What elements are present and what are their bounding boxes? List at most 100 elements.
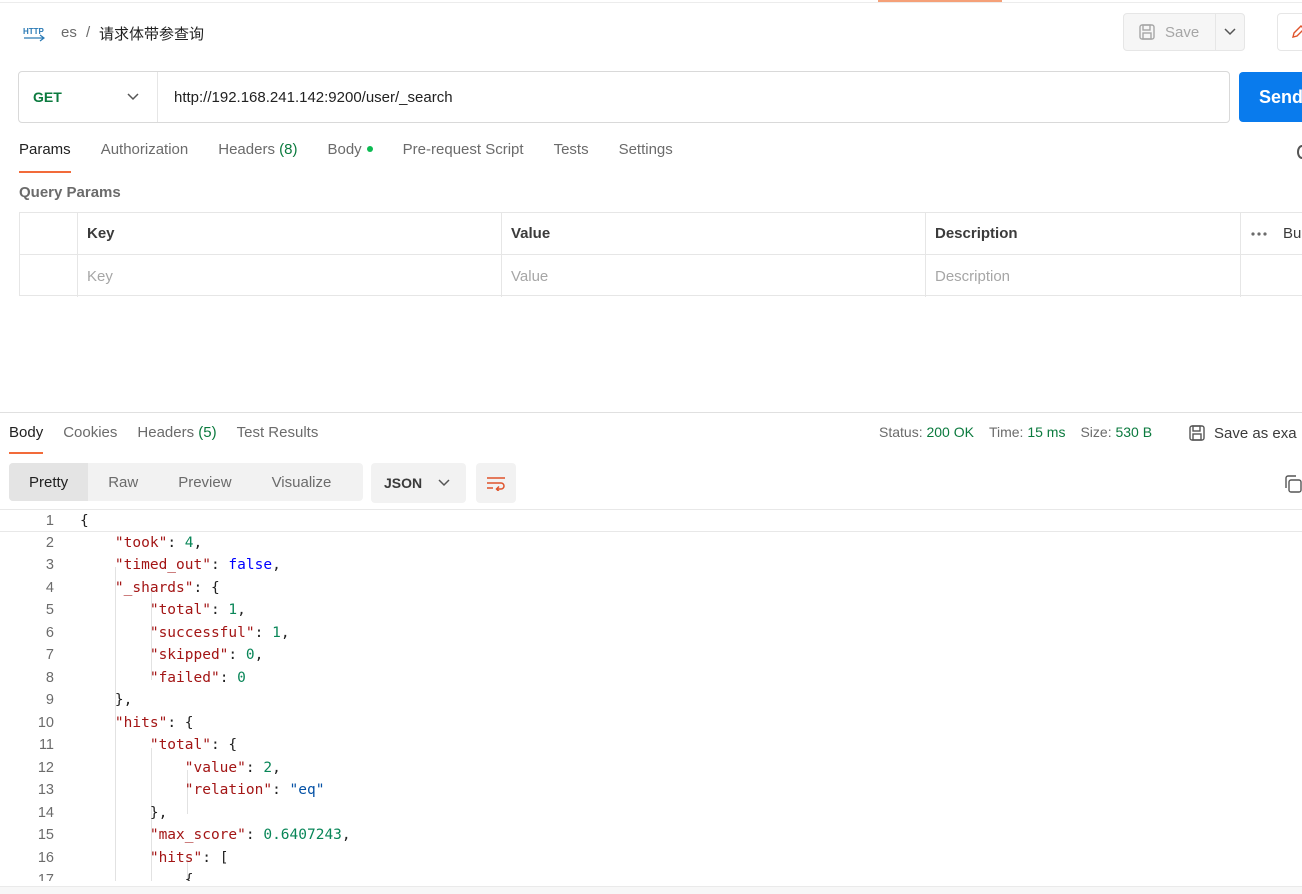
line-number: 10	[37, 714, 54, 731]
headers-count: (8)	[279, 141, 298, 158]
param-key-input[interactable]: Key	[77, 255, 113, 297]
save-icon	[1139, 24, 1155, 40]
code-text: "timed_out": false,	[114, 557, 281, 573]
line-number: 17	[37, 872, 54, 881]
code-line: 17 {	[0, 869, 1302, 881]
code-line: 14 },	[0, 802, 1302, 825]
code-text: },	[80, 804, 168, 821]
code-text: "total": 1,	[149, 602, 246, 618]
code-text: "failed": 0	[149, 669, 246, 686]
bulk-edit-link[interactable]: Bu	[1283, 225, 1301, 242]
chevron-down-icon	[127, 93, 139, 101]
code-line: 6 "successful": 1,	[0, 622, 1302, 645]
response-body-editor[interactable]: 1{2 "took": 4, 3 "timed_out": false, 4 "_s…	[0, 509, 1302, 881]
line-number: 5	[45, 602, 54, 618]
line-number: 13	[37, 782, 54, 798]
save-as-example-button[interactable]: Save as exa	[1188, 424, 1297, 442]
tab-headers[interactable]: Headers (8)	[218, 141, 297, 173]
code-text: "total": {	[149, 737, 238, 753]
code-line: 16 "hits": [	[0, 847, 1302, 870]
tab-authorization[interactable]: Authorization	[101, 141, 189, 173]
tab-body[interactable]: Body	[327, 141, 373, 173]
breadcrumb-separator: /	[86, 24, 91, 41]
line-number: 1	[45, 513, 54, 529]
response-tab-headers-label: Headers	[137, 424, 195, 441]
save-icon	[1189, 425, 1205, 441]
tab-settings[interactable]: Settings	[619, 141, 673, 173]
response-tab-body[interactable]: Body	[9, 424, 44, 454]
method-select[interactable]: GET	[19, 72, 158, 122]
code-text: "value": 2,	[184, 759, 281, 776]
status-label: Status:	[879, 424, 923, 440]
format-select[interactable]: JSON	[371, 463, 466, 503]
line-number: 2	[45, 534, 54, 551]
param-value-input[interactable]: Value	[501, 255, 548, 297]
code-line: 4 "_shards": {	[0, 577, 1302, 600]
response-tab-cookies[interactable]: Cookies	[63, 424, 117, 454]
request-tabs: Params Authorization Headers (8) Body Pr…	[19, 141, 703, 173]
view-preview[interactable]: Preview	[158, 463, 251, 501]
table-options-button[interactable]: Bu	[1240, 213, 1301, 254]
code-line: 2 "took": 4,	[0, 532, 1302, 555]
more-horizontal-icon	[1251, 231, 1267, 236]
code-text: "took": 4,	[114, 534, 203, 551]
code-line: 10 "hits": {	[0, 712, 1302, 735]
size-label: Size:	[1080, 424, 1112, 440]
param-description-input[interactable]: Description	[925, 255, 1010, 297]
cookies-icon[interactable]	[1297, 145, 1302, 159]
code-text: "skipped": 0,	[149, 647, 264, 663]
code-line: 8 "failed": 0	[0, 667, 1302, 690]
edit-button[interactable]	[1277, 13, 1302, 51]
url-bar: GET http://192.168.241.142:9200/user/_se…	[18, 71, 1230, 123]
response-tab-headers[interactable]: Headers (5)	[137, 424, 216, 454]
response-meta: Status: 200 OK Time: 15 ms Size: 530 B	[879, 424, 1152, 440]
save-options-button[interactable]	[1216, 14, 1244, 50]
status-value: 200 OK	[926, 424, 974, 440]
tab-params[interactable]: Params	[19, 141, 71, 173]
code-line: 13 "relation": "eq"	[0, 779, 1302, 802]
tab-prerequest-script[interactable]: Pre-request Script	[403, 141, 524, 173]
wrap-lines-button[interactable]	[476, 463, 516, 503]
time-info[interactable]: Time: 15 ms	[989, 424, 1066, 440]
line-number: 9	[45, 692, 54, 708]
breadcrumb-collection[interactable]: es	[61, 24, 77, 41]
response-view-switcher: Pretty Raw Preview Visualize	[9, 463, 363, 501]
wrap-lines-icon	[487, 477, 505, 491]
code-text: {	[80, 872, 194, 881]
response-tab-test-results-label: Test Results	[236, 424, 319, 441]
view-pretty[interactable]: Pretty	[9, 463, 89, 501]
line-number: 11	[38, 737, 54, 753]
time-label: Time:	[988, 424, 1024, 440]
save-button-group: Save	[1123, 13, 1245, 51]
size-info[interactable]: Size: 530 B	[1080, 424, 1152, 440]
response-tab-cookies-label: Cookies	[63, 424, 118, 441]
status-info[interactable]: Status: 200 OK	[879, 424, 974, 440]
view-raw[interactable]: Raw	[88, 463, 158, 501]
response-tab-test-results[interactable]: Test Results	[237, 424, 319, 454]
query-params-title: Query Params	[19, 184, 121, 201]
response-divider[interactable]	[0, 412, 1302, 413]
size-value: 530 B	[1115, 424, 1153, 440]
save-label: Save	[1165, 23, 1200, 41]
tab-body-label: Body	[327, 141, 362, 158]
url-input[interactable]: http://192.168.241.142:9200/user/_search	[158, 89, 453, 106]
column-header-description: Description	[935, 225, 1018, 242]
save-button[interactable]: Save	[1124, 14, 1216, 50]
copy-button[interactable]	[1283, 474, 1302, 494]
line-number: 12	[37, 759, 54, 776]
tab-tests[interactable]: Tests	[554, 141, 589, 173]
copy-icon	[1285, 475, 1302, 493]
code-line: 15 "max_score": 0.6407243,	[0, 824, 1302, 847]
send-button[interactable]: Send	[1239, 72, 1302, 122]
request-name[interactable]: 请求体带参查询	[99, 23, 204, 44]
http-icon: HTTP	[23, 27, 45, 42]
tab-headers-label: Headers	[218, 141, 275, 158]
chevron-down-icon	[1224, 28, 1236, 36]
tab-prerequest-label: Pre-request Script	[402, 141, 524, 158]
response-tabs: Body Cookies Headers (5) Test Results	[9, 424, 338, 454]
view-visualize[interactable]: Visualize	[252, 463, 352, 501]
format-label: JSON	[384, 475, 423, 491]
tab-authorization-label: Authorization	[100, 141, 189, 158]
code-line: 3 "timed_out": false,	[0, 554, 1302, 577]
line-number: 7	[45, 647, 54, 663]
